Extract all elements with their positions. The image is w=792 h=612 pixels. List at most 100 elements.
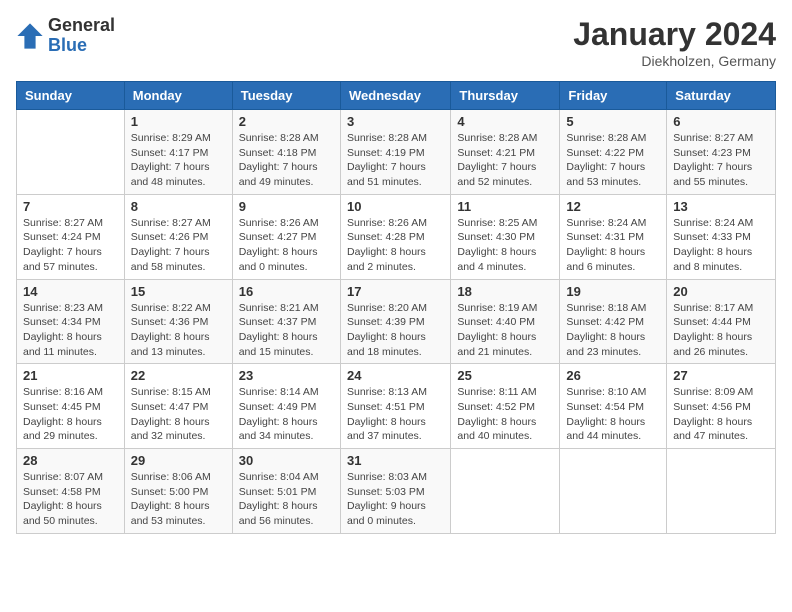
cell-info: Sunrise: 8:03 AMSunset: 5:03 PMDaylight:… [347,470,444,529]
calendar-cell [667,449,776,534]
cell-date: 6 [673,114,769,129]
calendar-week-3: 14 Sunrise: 8:23 AMSunset: 4:34 PMDayligh… [17,279,776,364]
calendar-cell: 6 Sunrise: 8:27 AMSunset: 4:23 PMDaylight… [667,110,776,195]
cell-date: 24 [347,368,444,383]
cell-info: Sunrise: 8:28 AMSunset: 4:21 PMDaylight:… [457,131,553,190]
cell-date: 4 [457,114,553,129]
logo-text: General Blue [48,16,115,56]
cell-info: Sunrise: 8:24 AMSunset: 4:33 PMDaylight:… [673,216,769,275]
title-block: January 2024 Diekholzen, Germany [573,16,776,69]
cell-info: Sunrise: 8:06 AMSunset: 5:00 PMDaylight:… [131,470,226,529]
calendar-cell: 3 Sunrise: 8:28 AMSunset: 4:19 PMDaylight… [340,110,450,195]
cell-date: 23 [239,368,334,383]
cell-info: Sunrise: 8:28 AMSunset: 4:22 PMDaylight:… [566,131,660,190]
cell-date: 14 [23,284,118,299]
calendar-cell: 28Sunrise: 8:07 AMSunset: 4:58 PMDayligh… [17,449,125,534]
calendar-cell: 15Sunrise: 8:22 AMSunset: 4:36 PMDayligh… [124,279,232,364]
calendar: Sunday Monday Tuesday Wednesday Thursday… [16,81,776,534]
cell-info: Sunrise: 8:19 AMSunset: 4:40 PMDaylight:… [457,301,553,360]
calendar-week-5: 28Sunrise: 8:07 AMSunset: 4:58 PMDayligh… [17,449,776,534]
header-tuesday: Tuesday [232,82,340,110]
cell-info: Sunrise: 8:09 AMSunset: 4:56 PMDaylight:… [673,385,769,444]
calendar-cell: 25 Sunrise: 8:11 AMSunset: 4:52 PMDayligh… [451,364,560,449]
calendar-header-row: Sunday Monday Tuesday Wednesday Thursday… [17,82,776,110]
cell-info: Sunrise: 8:16 AMSunset: 4:45 PMDaylight:… [23,385,118,444]
calendar-week-1: 1 Sunrise: 8:29 AMSunset: 4:17 PMDaylight… [17,110,776,195]
calendar-cell: 7Sunrise: 8:27 AMSunset: 4:24 PMDaylight… [17,194,125,279]
cell-info: Sunrise: 8:24 AMSunset: 4:31 PMDaylight:… [566,216,660,275]
cell-info: Sunrise: 8:26 AMSunset: 4:27 PMDaylight:… [239,216,334,275]
cell-info: Sunrise: 8:17 AMSunset: 4:44 PMDaylight:… [673,301,769,360]
cell-info: Sunrise: 8:13 AMSunset: 4:51 PMDaylight:… [347,385,444,444]
cell-info: Sunrise: 8:27 AMSunset: 4:26 PMDaylight:… [131,216,226,275]
calendar-cell: 11Sunrise: 8:25 AMSunset: 4:30 PMDayligh… [451,194,560,279]
calendar-cell: 21 Sunrise: 8:16 AMSunset: 4:45 PMDayligh… [17,364,125,449]
cell-info: Sunrise: 8:04 AMSunset: 5:01 PMDaylight:… [239,470,334,529]
cell-info: Sunrise: 8:18 AMSunset: 4:42 PMDaylight:… [566,301,660,360]
calendar-cell: 10Sunrise: 8:26 AMSunset: 4:28 PMDayligh… [340,194,450,279]
cell-info: Sunrise: 8:28 AMSunset: 4:19 PMDaylight:… [347,131,444,190]
cell-date: 27 [673,368,769,383]
cell-date: 18 [457,284,553,299]
cell-date: 5 [566,114,660,129]
calendar-cell: 20 Sunrise: 8:17 AMSunset: 4:44 PMDayligh… [667,279,776,364]
calendar-cell: 14 Sunrise: 8:23 AMSunset: 4:34 PMDayligh… [17,279,125,364]
cell-date: 1 [131,114,226,129]
calendar-cell [17,110,125,195]
logo-general: General [48,16,115,36]
cell-info: Sunrise: 8:26 AMSunset: 4:28 PMDaylight:… [347,216,444,275]
cell-date: 16 [239,284,334,299]
cell-info: Sunrise: 8:27 AMSunset: 4:23 PMDaylight:… [673,131,769,190]
calendar-cell: 1 Sunrise: 8:29 AMSunset: 4:17 PMDaylight… [124,110,232,195]
calendar-cell: 22Sunrise: 8:15 AMSunset: 4:47 PMDayligh… [124,364,232,449]
cell-date: 17 [347,284,444,299]
cell-date: 7 [23,199,118,214]
logo-icon [16,22,44,50]
logo: General Blue [16,16,115,56]
header-friday: Friday [560,82,667,110]
cell-date: 25 [457,368,553,383]
month-title: January 2024 [573,16,776,53]
calendar-cell: 31 Sunrise: 8:03 AMSunset: 5:03 PMDayligh… [340,449,450,534]
cell-info: Sunrise: 8:11 AMSunset: 4:52 PMDaylight:… [457,385,553,444]
cell-info: Sunrise: 8:22 AMSunset: 4:36 PMDaylight:… [131,301,226,360]
cell-date: 26 [566,368,660,383]
cell-info: Sunrise: 8:23 AMSunset: 4:34 PMDaylight:… [23,301,118,360]
page-header: General Blue January 2024 Diekholzen, Ge… [16,16,776,69]
cell-info: Sunrise: 8:28 AMSunset: 4:18 PMDaylight:… [239,131,334,190]
cell-date: 21 [23,368,118,383]
cell-date: 2 [239,114,334,129]
cell-date: 31 [347,453,444,468]
location: Diekholzen, Germany [573,53,776,69]
calendar-cell: 8Sunrise: 8:27 AMSunset: 4:26 PMDaylight… [124,194,232,279]
calendar-week-4: 21 Sunrise: 8:16 AMSunset: 4:45 PMDayligh… [17,364,776,449]
calendar-week-2: 7Sunrise: 8:27 AMSunset: 4:24 PMDaylight… [17,194,776,279]
calendar-cell [451,449,560,534]
cell-info: Sunrise: 8:20 AMSunset: 4:39 PMDaylight:… [347,301,444,360]
cell-info: Sunrise: 8:21 AMSunset: 4:37 PMDaylight:… [239,301,334,360]
cell-info: Sunrise: 8:07 AMSunset: 4:58 PMDaylight:… [23,470,118,529]
header-sunday: Sunday [17,82,125,110]
cell-date: 3 [347,114,444,129]
cell-date: 22 [131,368,226,383]
calendar-cell: 16 Sunrise: 8:21 AMSunset: 4:37 PMDayligh… [232,279,340,364]
calendar-cell: 17 Sunrise: 8:20 AMSunset: 4:39 PMDayligh… [340,279,450,364]
cell-date: 9 [239,199,334,214]
calendar-cell: 26Sunrise: 8:10 AMSunset: 4:54 PMDayligh… [560,364,667,449]
calendar-cell [560,449,667,534]
calendar-cell: 18 Sunrise: 8:19 AMSunset: 4:40 PMDayligh… [451,279,560,364]
calendar-cell: 13Sunrise: 8:24 AMSunset: 4:33 PMDayligh… [667,194,776,279]
calendar-cell: 24 Sunrise: 8:13 AMSunset: 4:51 PMDayligh… [340,364,450,449]
cell-date: 20 [673,284,769,299]
calendar-cell: 29Sunrise: 8:06 AMSunset: 5:00 PMDayligh… [124,449,232,534]
calendar-cell: 23Sunrise: 8:14 AMSunset: 4:49 PMDayligh… [232,364,340,449]
calendar-cell: 19 Sunrise: 8:18 AMSunset: 4:42 PMDayligh… [560,279,667,364]
cell-info: Sunrise: 8:29 AMSunset: 4:17 PMDaylight:… [131,131,226,190]
cell-date: 11 [457,199,553,214]
calendar-cell: 12Sunrise: 8:24 AMSunset: 4:31 PMDayligh… [560,194,667,279]
cell-date: 19 [566,284,660,299]
calendar-cell: 2 Sunrise: 8:28 AMSunset: 4:18 PMDaylight… [232,110,340,195]
header-wednesday: Wednesday [340,82,450,110]
calendar-cell: 5 Sunrise: 8:28 AMSunset: 4:22 PMDaylight… [560,110,667,195]
header-thursday: Thursday [451,82,560,110]
